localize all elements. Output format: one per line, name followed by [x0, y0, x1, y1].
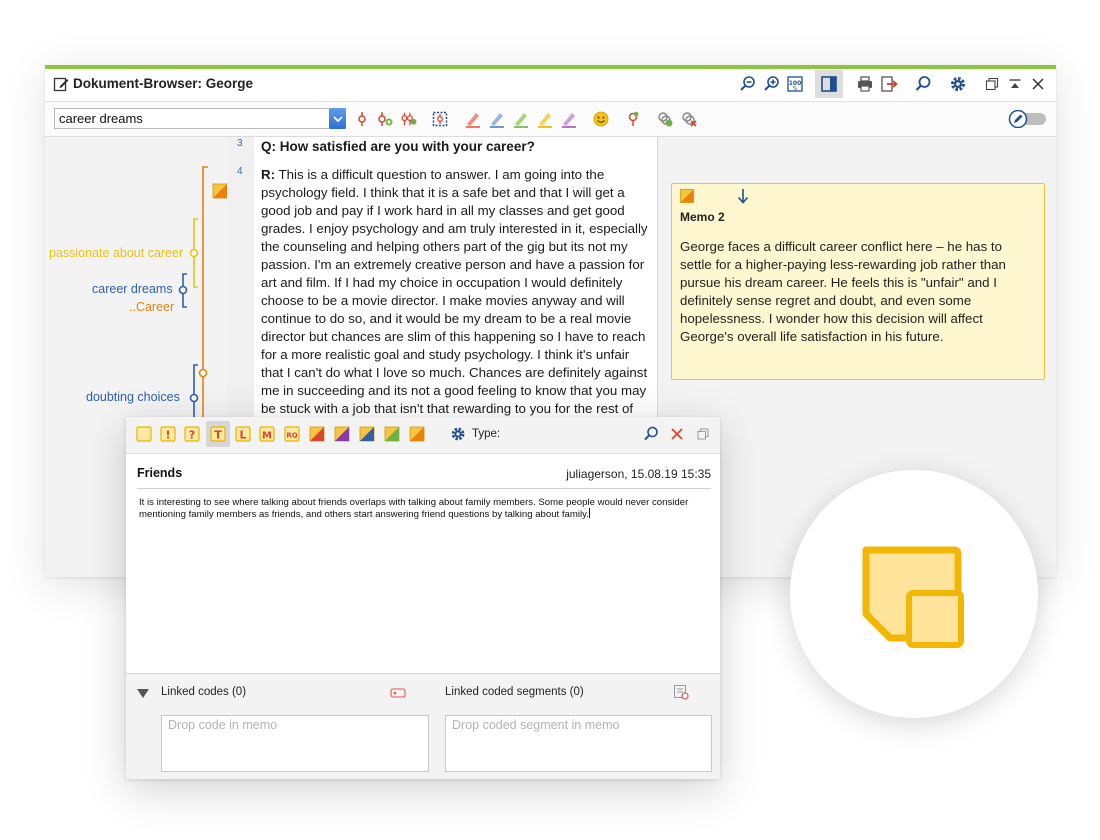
highlight-green-icon[interactable] [512, 110, 530, 128]
panel-toggle-icon[interactable] [815, 70, 843, 98]
svg-text:RQ: RQ [286, 432, 297, 440]
zoom-100-icon[interactable]: 100% [785, 74, 805, 94]
memo-plain-icon[interactable] [136, 426, 152, 442]
select-region-icon[interactable] [431, 110, 449, 128]
response-prefix: R: [261, 167, 276, 182]
memo-editor-title[interactable]: Friends [137, 466, 182, 480]
memo-color-green-icon[interactable] [384, 426, 400, 442]
code-label-career[interactable]: ..Career [129, 300, 174, 314]
code-selector-combobox[interactable]: career dreams [54, 108, 346, 129]
stripe-passionate-node [189, 248, 199, 258]
memo-question-icon[interactable]: ? [184, 426, 200, 442]
linked-codes-label: Linked codes (0) [161, 686, 247, 698]
highlight-red-icon[interactable] [464, 110, 482, 128]
detach-window-icon[interactable] [695, 426, 711, 442]
memo-card[interactable]: Memo 2 George faces a difficult career c… [671, 183, 1045, 380]
code-label-doubting[interactable]: doubting choices [86, 390, 180, 404]
memo-editor-window: ! ? T L M RQ Type: Friends juliagerson, … [126, 417, 720, 779]
memo-text: George faces a difficult career conflict… [680, 239, 1006, 344]
memo-RQ-icon[interactable]: RQ [284, 426, 300, 442]
highlight-yellow-icon[interactable] [536, 110, 554, 128]
divider [137, 488, 711, 489]
arrow-down-icon[interactable] [736, 188, 750, 204]
close-icon[interactable] [1028, 74, 1048, 94]
memo-T-icon[interactable]: T [206, 421, 230, 447]
drop-code-placeholder: Drop code in memo [168, 718, 278, 732]
memo-color-purple-icon[interactable] [334, 426, 350, 442]
svg-text:M: M [262, 431, 272, 442]
memo-editor-body[interactable]: It is interesting to see where talking a… [139, 497, 709, 520]
code-add-icon[interactable] [376, 110, 394, 128]
export-icon[interactable] [879, 74, 899, 94]
drop-segment-area[interactable]: Drop coded segment in memo [445, 715, 712, 772]
memo-color-blue-icon[interactable] [359, 426, 375, 442]
text-cursor [588, 508, 590, 518]
chevron-down-icon[interactable] [329, 108, 346, 129]
memo-large-icon [862, 546, 966, 650]
svg-text:L: L [239, 429, 246, 442]
drop-segment-placeholder: Drop coded segment in memo [452, 718, 620, 732]
memo-icon [680, 189, 694, 203]
memo-links-panel: Linked codes (0) Linked coded segments (… [126, 673, 720, 779]
collapse-triangle-icon[interactable] [137, 686, 149, 698]
document-edit-icon [53, 76, 69, 92]
line-number: 3 [237, 138, 243, 149]
code-label-passionate[interactable]: passionate about career [49, 246, 183, 260]
link-remove-icon[interactable] [680, 110, 698, 128]
highlight-purple-icon[interactable] [560, 110, 578, 128]
memo-type-label: Type: [472, 428, 501, 440]
code-label-career-dreams[interactable]: career dreams [92, 282, 173, 296]
edit-mode-toggle[interactable] [1008, 109, 1048, 129]
coded-segment-icon[interactable] [673, 684, 689, 700]
code-tag-icon[interactable] [390, 686, 406, 698]
code-multi-icon[interactable] [400, 110, 418, 128]
window-title: Dokument-Browser: George [73, 76, 254, 91]
settings-icon[interactable] [450, 426, 466, 442]
pin-code-icon[interactable] [624, 110, 642, 128]
collapse-icon[interactable] [1005, 74, 1025, 94]
linked-segments-label: Linked coded segments (0) [445, 686, 584, 698]
zoom-out-icon[interactable] [738, 74, 758, 94]
memo-L-icon[interactable]: L [235, 426, 251, 442]
drop-code-area[interactable]: Drop code in memo [161, 715, 429, 772]
paragraph-response: R: This is a difficult question to answe… [261, 166, 653, 418]
response-text: This is a difficult question to answer. … [261, 167, 648, 416]
search-icon[interactable] [643, 426, 659, 442]
magnified-memo-circle [790, 470, 1038, 718]
memo-exclamation-icon[interactable]: ! [160, 426, 176, 442]
emoticode-icon[interactable] [592, 110, 610, 128]
zoom-in-icon[interactable] [762, 74, 782, 94]
svg-text:?: ? [189, 429, 195, 442]
search-icon[interactable] [913, 74, 933, 94]
memo-type-toolbar: ! ? T L M RQ Type: [126, 417, 720, 454]
link-add-icon[interactable] [656, 110, 674, 128]
stripe-career-dreams-node [178, 285, 188, 295]
line-number: 4 [237, 166, 243, 177]
memo-author-date: juliagerson, 15.08.19 15:35 [566, 467, 711, 481]
highlight-blue-icon[interactable] [488, 110, 506, 128]
settings-icon[interactable] [948, 74, 968, 94]
paragraph-question: Q: How satisfied are you with your caree… [261, 139, 535, 154]
memo-title: Memo 2 [680, 210, 725, 224]
memo-editor-text: It is interesting to see where talking a… [139, 497, 689, 520]
code-selector-value: career dreams [59, 111, 143, 126]
stripe-career-node [198, 368, 208, 378]
memo-M-icon[interactable]: M [259, 426, 275, 442]
code-icon[interactable] [353, 110, 371, 128]
stripe-doubting-node [189, 393, 199, 403]
memo-marker-icon [212, 183, 227, 199]
title-bar: Dokument-Browser: George 100% [45, 69, 1056, 102]
svg-text:%: % [793, 86, 798, 92]
svg-text:!: ! [165, 429, 170, 442]
memo-color-red-icon[interactable] [309, 426, 325, 442]
coding-toolbar: career dreams [45, 102, 1056, 137]
print-icon[interactable] [855, 74, 875, 94]
memo-color-orange-icon[interactable] [409, 426, 425, 442]
delete-icon[interactable] [669, 426, 685, 442]
restore-icon[interactable] [982, 74, 1002, 94]
svg-text:T: T [214, 429, 222, 442]
